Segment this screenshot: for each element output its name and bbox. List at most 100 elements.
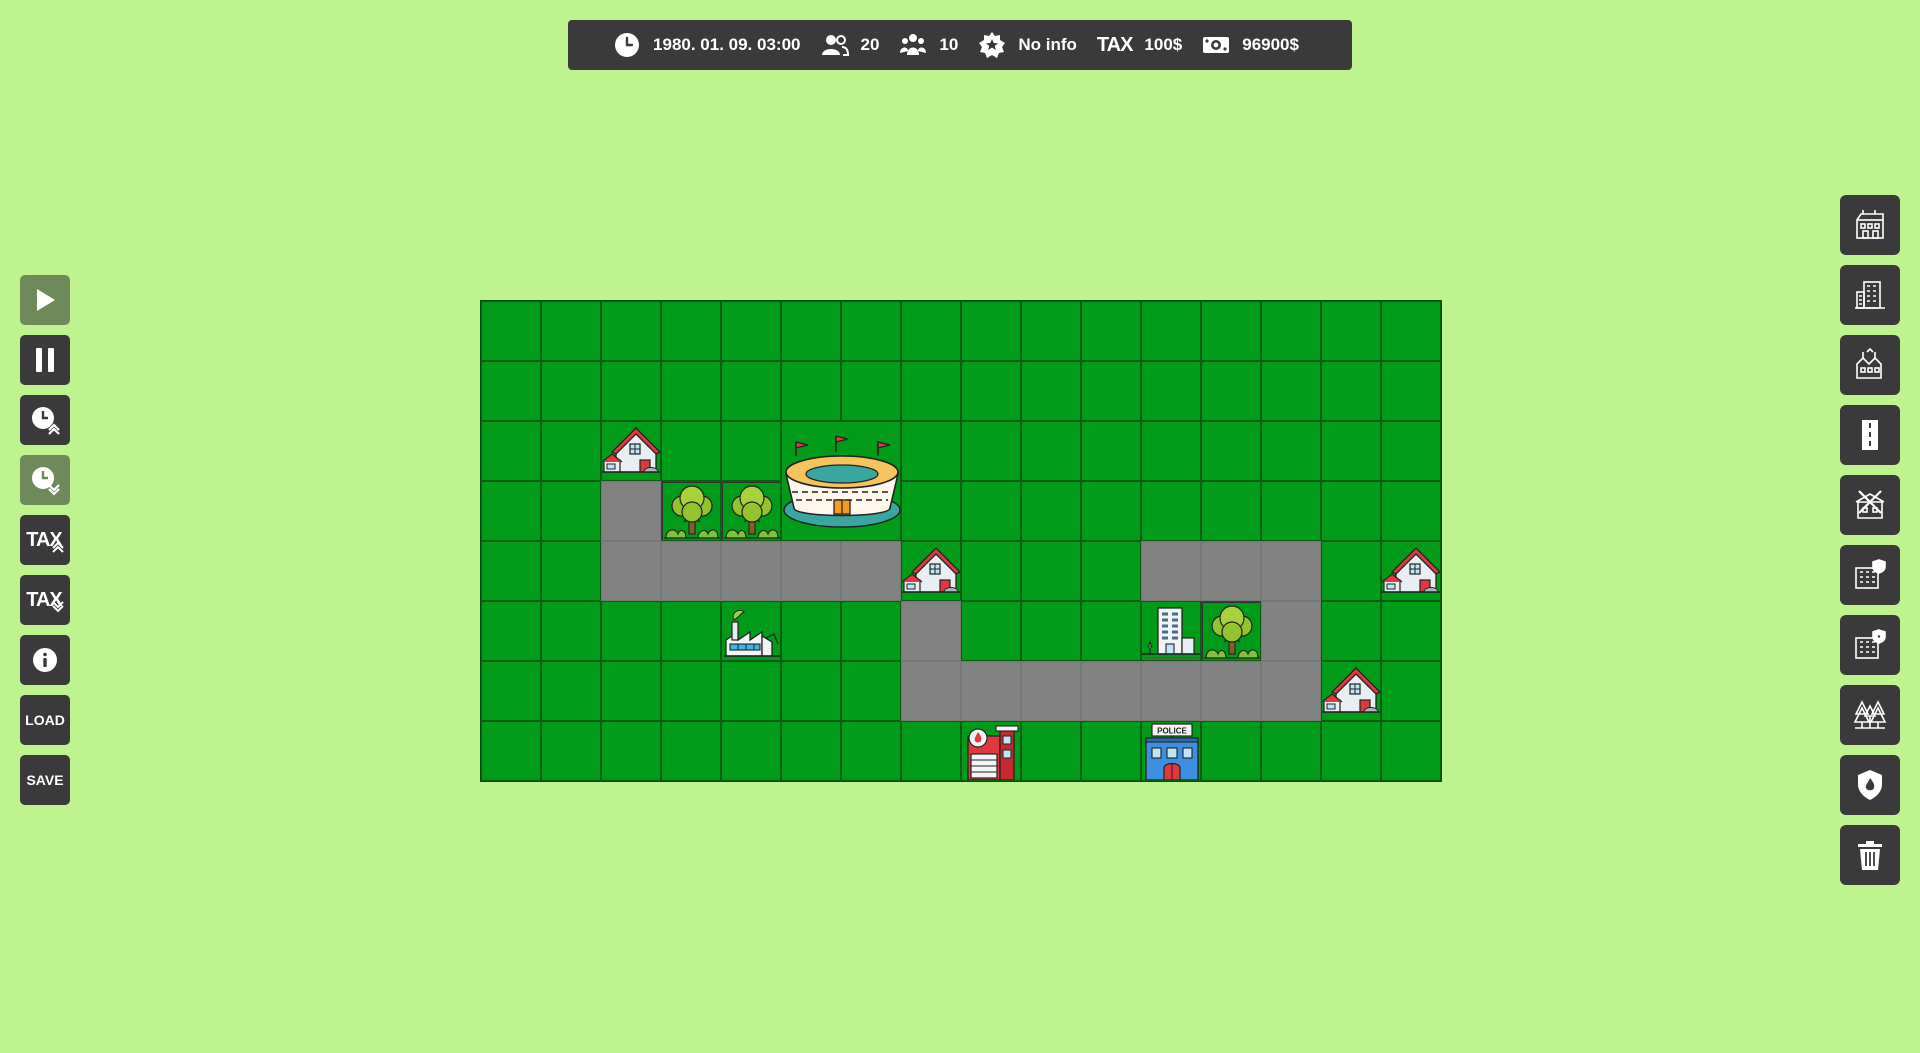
fire-station-tile[interactable] — [961, 721, 1021, 781]
house-tile[interactable] — [601, 421, 661, 481]
grass-tile[interactable] — [1141, 421, 1201, 481]
road-tile[interactable] — [961, 661, 1021, 721]
tax-down-button[interactable]: TAX — [20, 575, 70, 625]
office-tile[interactable] — [1141, 601, 1201, 661]
grass-tile[interactable] — [1081, 301, 1141, 361]
grass-tile[interactable] — [901, 361, 961, 421]
grass-tile[interactable] — [1261, 481, 1321, 541]
save-button[interactable]: SAVE — [20, 755, 70, 805]
grass-tile[interactable] — [841, 661, 901, 721]
grass-tile[interactable] — [481, 421, 541, 481]
road-tile[interactable] — [1021, 661, 1081, 721]
stadium-tile[interactable] — [781, 421, 901, 541]
road-tile[interactable] — [1201, 541, 1261, 601]
road-tile[interactable] — [1261, 601, 1321, 661]
road-tile[interactable] — [1261, 661, 1321, 721]
grass-tile[interactable] — [601, 361, 661, 421]
grass-tile[interactable] — [661, 361, 721, 421]
grass-tile[interactable] — [1021, 301, 1081, 361]
grass-tile[interactable] — [1201, 721, 1261, 781]
grass-tile[interactable] — [1381, 481, 1441, 541]
grass-tile[interactable] — [1081, 601, 1141, 661]
grass-tile[interactable] — [1381, 301, 1441, 361]
grass-tile[interactable] — [1321, 301, 1381, 361]
grass-tile[interactable] — [1021, 481, 1081, 541]
grass-tile[interactable] — [1141, 301, 1201, 361]
factory-tile[interactable] — [721, 601, 781, 661]
grass-tile[interactable] — [901, 421, 961, 481]
grass-tile[interactable] — [541, 661, 601, 721]
road-tile[interactable] — [901, 661, 961, 721]
grass-tile[interactable] — [781, 601, 841, 661]
grass-tile[interactable] — [1381, 661, 1441, 721]
road-tile[interactable] — [841, 541, 901, 601]
grass-tile[interactable] — [541, 421, 601, 481]
grass-tile[interactable] — [781, 301, 841, 361]
city-map[interactable]: POLICE — [480, 300, 1442, 782]
road-tile[interactable] — [721, 541, 781, 601]
grass-tile[interactable] — [661, 721, 721, 781]
grass-tile[interactable] — [661, 601, 721, 661]
grass-tile[interactable] — [1381, 601, 1441, 661]
grass-tile[interactable] — [1381, 361, 1441, 421]
road-tile[interactable] — [781, 541, 841, 601]
grass-tile[interactable] — [541, 541, 601, 601]
grass-tile[interactable] — [541, 601, 601, 661]
delete-button[interactable] — [1840, 825, 1900, 885]
grass-tile[interactable] — [1261, 361, 1321, 421]
grass-tile[interactable] — [841, 721, 901, 781]
grass-tile[interactable] — [721, 721, 781, 781]
grass-tile[interactable] — [481, 541, 541, 601]
grass-tile[interactable] — [661, 301, 721, 361]
grass-tile[interactable] — [1381, 721, 1441, 781]
build-fire-station-button[interactable] — [1840, 615, 1900, 675]
tree-tile[interactable] — [661, 481, 721, 541]
grass-tile[interactable] — [541, 721, 601, 781]
grass-tile[interactable] — [661, 421, 721, 481]
grass-tile[interactable] — [1321, 481, 1381, 541]
grass-tile[interactable] — [1261, 301, 1321, 361]
play-button[interactable] — [20, 275, 70, 325]
grass-tile[interactable] — [481, 361, 541, 421]
build-road-button[interactable] — [1840, 405, 1900, 465]
grass-tile[interactable] — [1021, 721, 1081, 781]
grass-tile[interactable] — [1141, 481, 1201, 541]
speed-down-button[interactable] — [20, 455, 70, 505]
house-tile[interactable] — [1321, 661, 1381, 721]
road-tile[interactable] — [1261, 541, 1321, 601]
grass-tile[interactable] — [721, 421, 781, 481]
fire-safety-button[interactable] — [1840, 755, 1900, 815]
speed-up-button[interactable] — [20, 395, 70, 445]
grass-tile[interactable] — [781, 361, 841, 421]
grass-tile[interactable] — [481, 481, 541, 541]
grass-tile[interactable] — [1201, 361, 1261, 421]
grass-tile[interactable] — [1021, 541, 1081, 601]
house-tile[interactable] — [1381, 541, 1441, 601]
grass-tile[interactable] — [1081, 481, 1141, 541]
road-tile[interactable] — [661, 541, 721, 601]
grass-tile[interactable] — [1201, 301, 1261, 361]
grass-tile[interactable] — [721, 301, 781, 361]
grass-tile[interactable] — [901, 301, 961, 361]
grass-tile[interactable] — [1321, 541, 1381, 601]
grass-tile[interactable] — [1321, 601, 1381, 661]
plant-forest-button[interactable] — [1840, 685, 1900, 745]
grass-tile[interactable] — [1141, 361, 1201, 421]
grass-tile[interactable] — [481, 301, 541, 361]
grass-tile[interactable] — [601, 601, 661, 661]
grass-tile[interactable] — [901, 721, 961, 781]
grass-tile[interactable] — [961, 601, 1021, 661]
grass-tile[interactable] — [1321, 421, 1381, 481]
grass-tile[interactable] — [841, 361, 901, 421]
grass-tile[interactable] — [1261, 421, 1321, 481]
build-industrial-button[interactable] — [1840, 335, 1900, 395]
grass-tile[interactable] — [1081, 541, 1141, 601]
grass-tile[interactable] — [1021, 421, 1081, 481]
grass-tile[interactable] — [721, 361, 781, 421]
grass-tile[interactable] — [961, 421, 1021, 481]
grass-tile[interactable] — [901, 481, 961, 541]
grass-tile[interactable] — [961, 541, 1021, 601]
road-tile[interactable] — [1081, 661, 1141, 721]
grass-tile[interactable] — [961, 361, 1021, 421]
road-tile[interactable] — [601, 541, 661, 601]
